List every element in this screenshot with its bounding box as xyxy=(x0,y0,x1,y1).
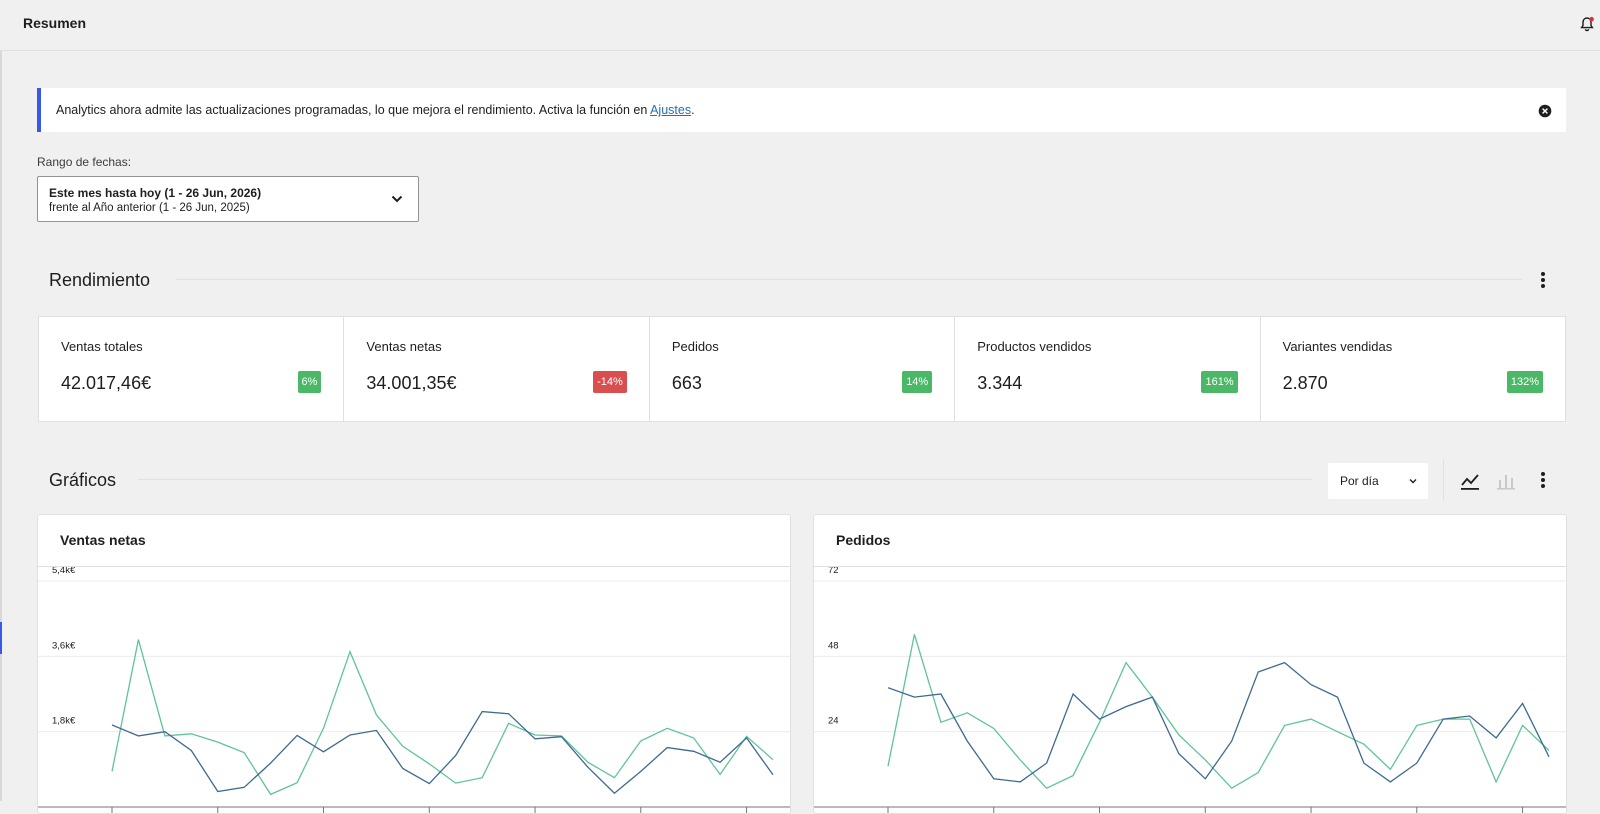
charts-more-options-icon[interactable] xyxy=(1531,468,1555,492)
date-range-primary: Este mes hasta hoy (1 - 26 Jun, 2026) xyxy=(49,186,262,200)
series-line-previous xyxy=(887,661,1550,783)
chart-title: Pedidos xyxy=(836,532,891,548)
chevron-down-icon xyxy=(1409,479,1417,484)
y-tick-label: 24 xyxy=(828,716,839,727)
metric-variations-sold[interactable]: Variantes vendidas 2.870 132% xyxy=(1261,317,1565,421)
net-sales-line-chart: 1,8k€ 3,6k€ 5,4k€ xyxy=(38,567,790,813)
settings-link[interactable]: Ajustes xyxy=(650,103,691,117)
admin-menu-marker xyxy=(0,622,2,654)
bar-chart-icon[interactable] xyxy=(1494,469,1518,493)
y-tick-label: 3,6k€ xyxy=(52,640,76,651)
metric-net-sales[interactable]: Ventas netas 34.001,35€ -14% xyxy=(344,317,650,421)
section-divider xyxy=(138,479,1312,480)
page-title: Resumen xyxy=(23,15,87,31)
date-range-label: Rango de fechas: xyxy=(37,155,132,169)
y-tick-label: 72 xyxy=(828,567,839,576)
date-range-picker[interactable]: Este mes hasta hoy (1 - 26 Jun, 2026) fr… xyxy=(37,176,419,222)
close-notice-icon[interactable] xyxy=(1538,104,1552,118)
performance-title: Rendimiento xyxy=(49,270,151,290)
delta-badge: 6% xyxy=(297,371,322,393)
charts-title: Gráficos xyxy=(49,470,117,490)
notice-text: Analytics ahora admite las actualizacion… xyxy=(56,103,695,117)
chart-card-net-sales: Ventas netas 1,8k€ 3,6k€ 5,4k€ xyxy=(37,514,791,814)
chart-card-orders: Pedidos 24 48 72 xyxy=(813,514,1567,814)
delta-badge: 161% xyxy=(1201,371,1238,393)
bell-icon[interactable] xyxy=(1578,15,1596,33)
y-tick-label: 48 xyxy=(828,640,839,651)
delta-badge: 132% xyxy=(1506,371,1544,393)
toolbar-divider xyxy=(1443,459,1444,501)
metric-products-sold[interactable]: Productos vendidos 3.344 161% xyxy=(955,317,1261,421)
performance-more-options-icon[interactable] xyxy=(1531,268,1555,292)
interval-select[interactable]: Por día xyxy=(1328,463,1428,499)
orders-line-chart: 24 48 72 xyxy=(814,567,1566,813)
analytics-notice: Analytics ahora admite las actualizacion… xyxy=(37,88,1566,132)
y-tick-label: 1,8k€ xyxy=(52,716,76,727)
performance-metrics: Ventas totales 42.017,46€ 6% Ventas neta… xyxy=(38,316,1566,422)
left-edge-border xyxy=(0,0,2,801)
metric-orders[interactable]: Pedidos 663 14% xyxy=(650,317,956,421)
series-line-previous xyxy=(111,710,774,795)
delta-badge: 14% xyxy=(902,371,933,393)
y-tick-label: 5,4k€ xyxy=(52,567,76,576)
date-range-comparison: frente al Año anterior (1 - 26 Jun, 2025… xyxy=(49,202,250,214)
metric-total-sales[interactable]: Ventas totales 42.017,46€ 6% xyxy=(39,317,345,421)
line-chart-icon[interactable] xyxy=(1458,469,1482,493)
series-line-current xyxy=(111,639,774,796)
delta-badge: -14% xyxy=(593,371,627,393)
series-line-current xyxy=(887,634,1550,790)
chart-title: Ventas netas xyxy=(60,532,146,548)
top-bar: Resumen xyxy=(0,0,1600,51)
section-divider xyxy=(176,279,1522,280)
chevron-down-icon xyxy=(391,195,403,203)
